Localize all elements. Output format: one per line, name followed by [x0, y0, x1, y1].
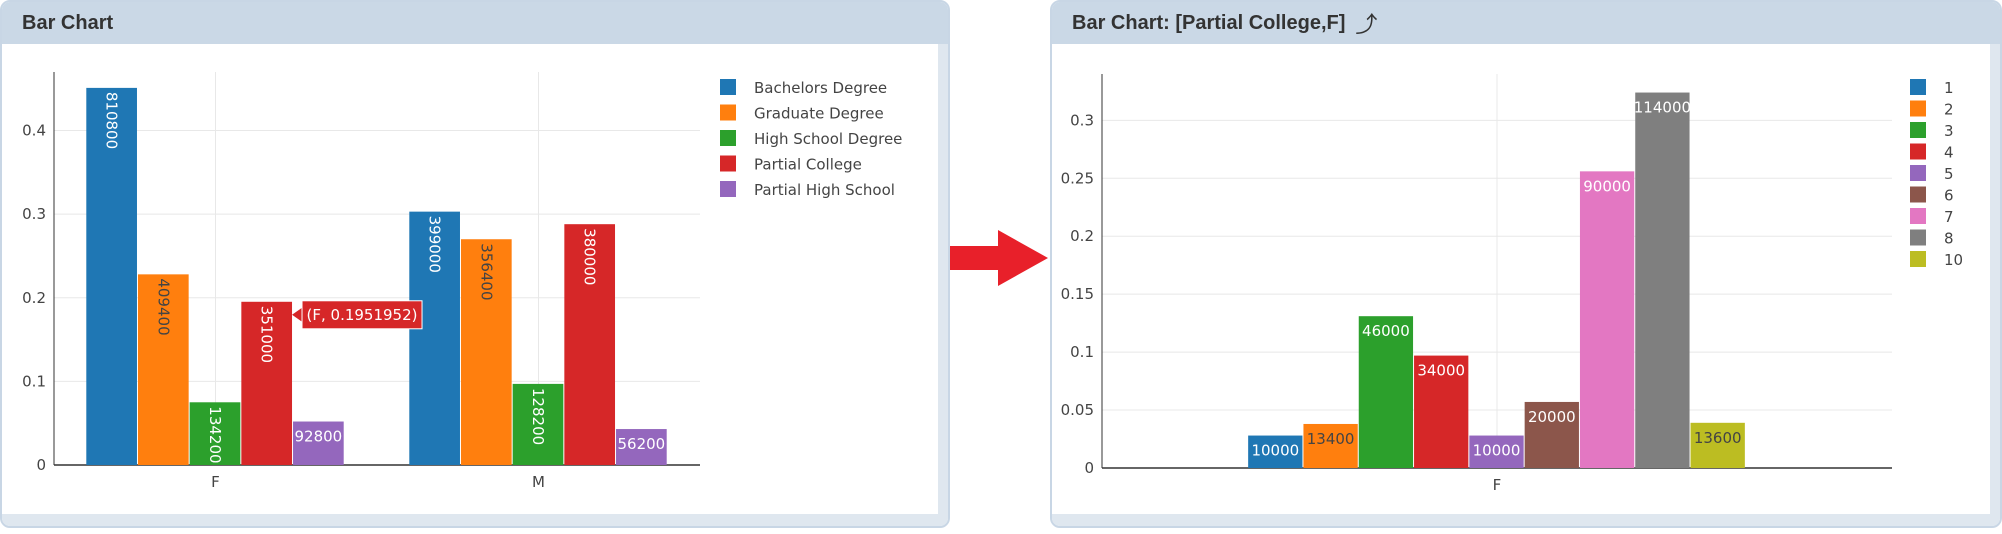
- y-tick-label: 0: [1084, 459, 1094, 477]
- y-tick-label: 0: [36, 456, 46, 474]
- legend-label: 5: [1944, 165, 1954, 183]
- x-tick-label: F: [1493, 476, 1502, 494]
- legend-label: 3: [1944, 122, 1954, 140]
- bar-value-label: 46000: [1362, 322, 1410, 340]
- legend-label: 10: [1944, 251, 1963, 269]
- legend-label: Bachelors Degree: [754, 79, 887, 97]
- legend-label: 2: [1944, 101, 1954, 119]
- legend-swatch: [1910, 229, 1926, 246]
- y-tick-label: 0.3: [22, 205, 46, 223]
- y-tick-label: 0.4: [22, 122, 46, 140]
- bar-value-label: 34000: [1417, 362, 1465, 380]
- y-tick-label: 0.05: [1061, 401, 1094, 419]
- legend-swatch: [1910, 251, 1926, 267]
- legend-label: 1: [1944, 79, 1954, 97]
- legend-swatch: [720, 79, 736, 95]
- bar-chart-panel: Bar Chart 0 0.1 0.2 0.3 0.4 F M 810800 409400 134…: [0, 0, 950, 528]
- bar-value-label: 90000: [1583, 177, 1631, 195]
- legend-label: 8: [1944, 230, 1954, 248]
- legend-swatch: [720, 130, 736, 146]
- bar-value-label: 20000: [1528, 408, 1576, 426]
- legend-swatch: [1910, 208, 1926, 224]
- bar[interactable]: [1579, 171, 1635, 468]
- bar-value-label: 399000: [426, 216, 444, 273]
- legend-label: 6: [1944, 187, 1954, 205]
- bar-value-label: 10000: [1251, 442, 1299, 460]
- tooltip-pointer: [292, 307, 303, 322]
- y-tick-label: 0.1: [1070, 343, 1094, 361]
- legend-swatch: [1910, 165, 1926, 181]
- legend-swatch: [720, 155, 736, 172]
- bar-value-label: 351000: [258, 306, 276, 363]
- legend-swatch: [1910, 100, 1926, 117]
- drilldown-bar-chart-panel: Bar Chart: [Partial College,F] ⤴ 0 0.05 0.…: [1050, 0, 2002, 528]
- drilldown-bar-chart[interactable]: 00.050.10.150.20.250.3F10000134004600034…: [1052, 2, 2002, 528]
- legend-label: Partial College: [754, 156, 862, 174]
- bar-value-label: 92800: [295, 428, 343, 446]
- bar-value-label: 56200: [618, 435, 666, 453]
- y-tick-label: 0.2: [22, 289, 46, 307]
- bar-value-label: 409400: [154, 278, 172, 335]
- dashboard: Bar Chart 0 0.1 0.2 0.3 0.4 F M 810800 409400 134…: [0, 0, 2002, 534]
- bar-value-label: 128200: [529, 388, 547, 445]
- legend-label: 7: [1944, 208, 1954, 226]
- x-tick-label: F: [211, 473, 220, 491]
- legend-swatch: [1910, 79, 1926, 95]
- legend-swatch: [1910, 186, 1926, 203]
- legend-label: Graduate Degree: [754, 105, 884, 123]
- legend-label: 4: [1944, 144, 1954, 162]
- y-tick-label: 0.1: [22, 372, 46, 390]
- y-tick-label: 0.3: [1070, 111, 1094, 129]
- x-tick-label: M: [532, 473, 545, 491]
- legend-swatch: [1910, 143, 1926, 160]
- y-tick-label: 0.2: [1070, 227, 1094, 245]
- grouped-bar-chart[interactable]: 0 0.1 0.2 0.3 0.4 F M 810800 409400 134200 351000 9…: [2, 2, 950, 528]
- bar-value-label: 10000: [1473, 442, 1521, 460]
- bar-value-label: 13600: [1694, 429, 1742, 447]
- arrow-right-icon: [950, 230, 1048, 286]
- bar[interactable]: [1635, 92, 1690, 469]
- legend-swatch: [1910, 122, 1926, 138]
- legend-label: Partial High School: [754, 181, 895, 199]
- bar-value-label: 380000: [581, 228, 599, 285]
- bar-value-label: 114000: [1634, 99, 1691, 117]
- bar-value-label: 13400: [1307, 430, 1355, 448]
- tooltip-text: (F, 0.1951952): [307, 306, 418, 324]
- bar-value-label: 134200: [206, 406, 224, 463]
- legend-swatch: [720, 181, 736, 197]
- legend-swatch: [720, 104, 736, 121]
- legend-label: High School Degree: [754, 130, 902, 148]
- y-tick-label: 0.25: [1061, 169, 1094, 187]
- y-tick-label: 0.15: [1061, 285, 1094, 303]
- bar-value-label: 810800: [103, 92, 121, 149]
- bar-value-label: 356400: [477, 243, 495, 300]
